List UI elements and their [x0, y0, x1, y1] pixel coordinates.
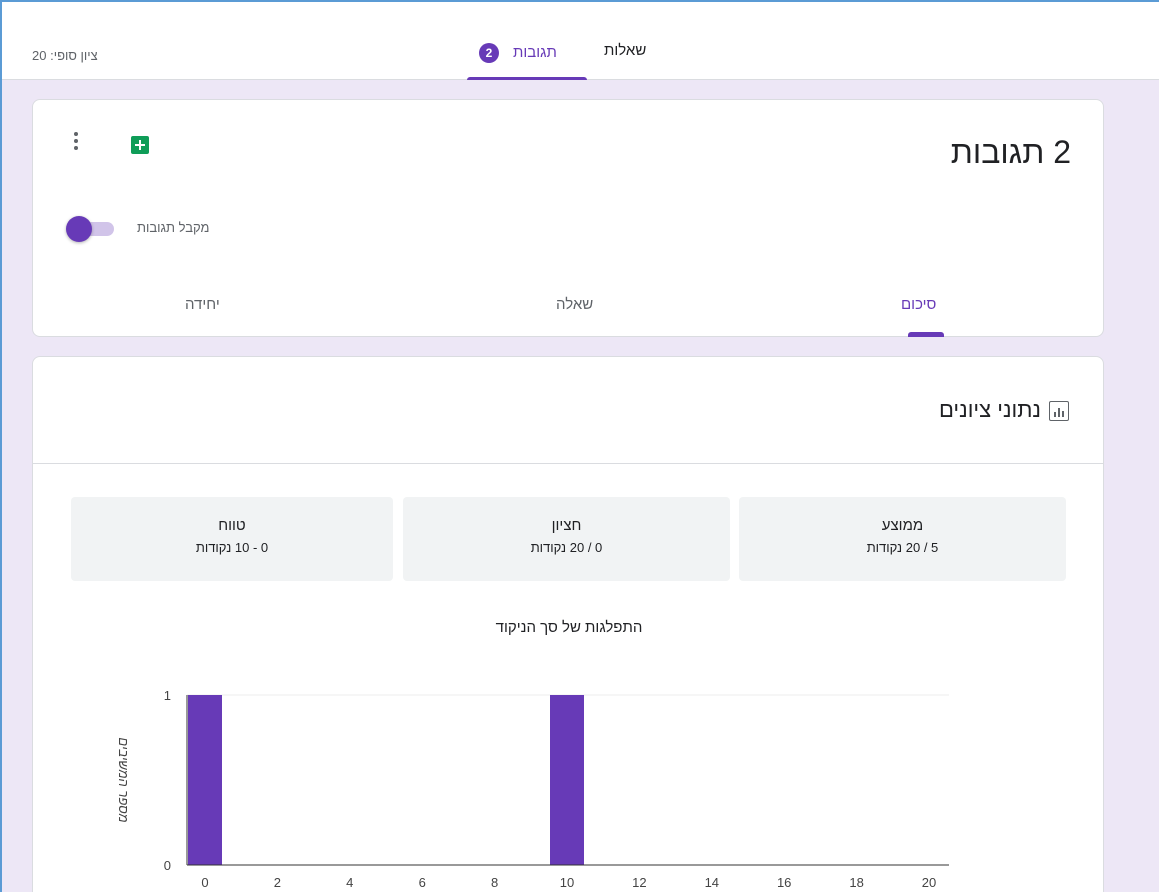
tab-responses[interactable]: 2 תגובות: [467, 40, 587, 80]
chart-x-tick-label: 12: [632, 875, 646, 890]
stat-median: חציון 0 / 20 נקודות: [403, 497, 730, 581]
window-frame-left: [0, 0, 2, 892]
chart-y-tick-label: 0: [164, 858, 171, 873]
stat-median-label: חציון: [551, 517, 582, 534]
chart-title: התפלגות של סך הניקוד: [495, 619, 643, 636]
score-stats-card: נתוני ציונים ממוצע 5 / 20 נקודות חציון 0…: [32, 356, 1104, 892]
stat-average: ממוצע 5 / 20 נקודות: [739, 497, 1066, 581]
bar-chart-icon: [1049, 401, 1069, 421]
sheets-icon[interactable]: [131, 136, 149, 154]
final-score-label: ציון סופי: 20: [32, 48, 98, 63]
responses-header-card: 2 תגובות מקבל תגובות סיכום שאלה יחידה: [32, 99, 1104, 337]
stat-average-value: 5 / 20 נקודות: [866, 540, 939, 555]
chart-x-tick-label: 16: [777, 875, 791, 890]
chart-y-axis-label: מספר המשיבים: [116, 737, 131, 822]
toggle-knob: [66, 216, 92, 242]
chart-x-tick-label: 10: [560, 875, 574, 890]
chart-x-tick-label: 6: [419, 875, 426, 890]
chart-bar: [550, 695, 584, 865]
divider: [33, 463, 1103, 464]
stat-range-value: 0 - 10 נקודות: [195, 540, 269, 555]
chart-x-tick-label: 0: [201, 875, 208, 890]
stat-range: טווח 0 - 10 נקודות: [71, 497, 393, 581]
chart-x-tick-label: 20: [922, 875, 936, 890]
subtab-individual[interactable]: יחידה: [185, 296, 220, 313]
chart-x-tick-label: 8: [491, 875, 498, 890]
tab-questions[interactable]: שאלות: [604, 42, 646, 59]
subtab-active-indicator: [908, 332, 944, 337]
chart-x-tick-label: 4: [346, 875, 353, 890]
active-tab-indicator: [467, 77, 587, 80]
responses-count-badge: 2: [479, 43, 499, 63]
stats-title: נתוני ציונים: [938, 397, 1041, 422]
responses-title: 2 תגובות: [950, 134, 1071, 170]
tab-responses-label: תגובות: [513, 44, 557, 61]
chart-x-tick-label: 18: [849, 875, 863, 890]
stat-average-label: ממוצע: [881, 517, 924, 534]
more-vert-icon[interactable]: [71, 132, 81, 158]
score-distribution-chart: 0 2 4 6 8 10 12 14 16 18 20 0 1 מספר המשיבים: [116, 688, 949, 890]
accepting-responses-toggle[interactable]: [66, 216, 118, 242]
chart-bar: [188, 695, 222, 865]
chart-x-tick-label: 2: [274, 875, 281, 890]
chart-y-tick-label: 1: [164, 688, 171, 703]
stat-median-value: 0 / 20 נקודות: [530, 540, 603, 555]
chart-x-tick-label: 14: [705, 875, 719, 890]
accepting-responses-label: מקבל תגובות: [137, 220, 210, 235]
subtab-question[interactable]: שאלה: [556, 296, 593, 313]
top-bar: ציון סופי: 20 שאלות 2 תגובות: [2, 2, 1159, 80]
subtab-summary[interactable]: סיכום: [901, 296, 936, 313]
stat-range-label: טווח: [218, 517, 246, 534]
